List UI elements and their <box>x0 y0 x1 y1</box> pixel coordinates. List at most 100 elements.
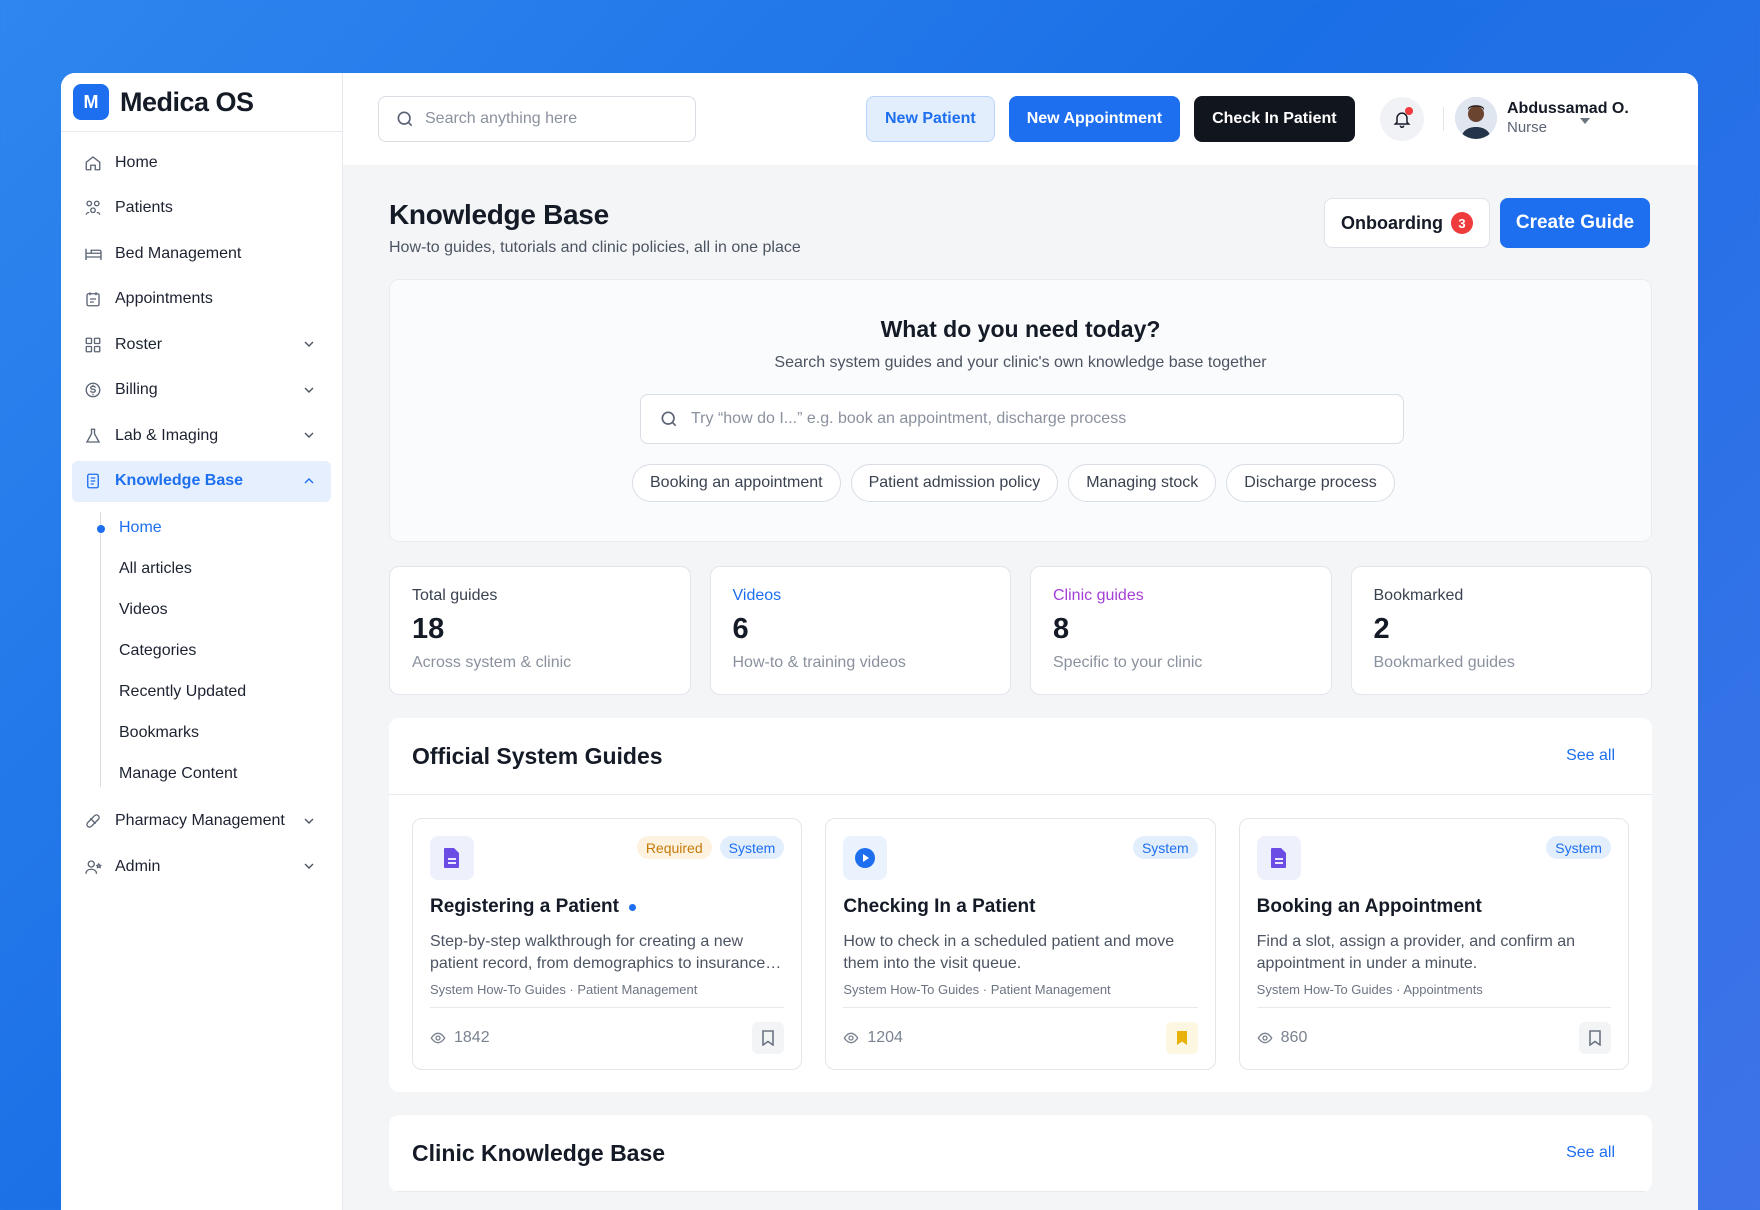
chevron-down-icon[interactable] <box>301 427 317 443</box>
search-hero: What do you need today? Search system gu… <box>389 279 1652 542</box>
card-meta: System How-To Guides · Appointments <box>1256 982 1611 1008</box>
new-appointment-button[interactable]: New Appointment <box>1008 96 1181 142</box>
search-placeholder: Search anything here <box>425 110 578 127</box>
suggestion-chip[interactable]: Managing stock <box>1068 464 1217 502</box>
card-title-text: Checking In a Patient <box>843 896 1036 917</box>
guide-card-checking-in-a-patient[interactable]: System Checking In a Patient How to chec… <box>825 818 1216 1070</box>
stat-value: 8 <box>1053 613 1070 645</box>
bookmark-button[interactable] <box>1165 1022 1198 1054</box>
search-icon <box>661 411 677 427</box>
notification-dot <box>1405 107 1413 115</box>
stat-card-bookmarked[interactable]: Bookmarked 2 Bookmarked guides <box>1350 566 1652 695</box>
stat-card-videos[interactable]: Videos 6 How-to & training videos <box>709 566 1011 695</box>
sidebar-item-label: Roster <box>115 335 163 353</box>
bookmark-button[interactable] <box>752 1022 785 1054</box>
subnav-item-manage-content[interactable]: Manage Content <box>94 754 331 795</box>
sidebar-item-home[interactable]: Home <box>72 142 331 183</box>
view-count: 1204 <box>843 1029 903 1047</box>
new-patient-button[interactable]: New Patient <box>866 96 995 142</box>
suggestion-chips: Booking an appointment Patient admission… <box>632 464 1405 502</box>
subnav-item-bookmarks[interactable]: Bookmarks <box>94 713 331 754</box>
view-count-value: 1842 <box>454 1029 490 1046</box>
sidebar-item-pharmacy-management[interactable]: Pharmacy Management <box>72 801 331 842</box>
stat-label: Clinic guides <box>1053 587 1144 604</box>
caret-down-icon[interactable] <box>1578 113 1592 131</box>
eye-icon <box>430 1032 446 1044</box>
check-in-patient-button[interactable]: Check In Patient <box>1194 96 1355 142</box>
avatar <box>1455 97 1497 139</box>
patients-icon <box>83 198 103 218</box>
subnav-label: Bookmarks <box>119 724 200 741</box>
see-all-link[interactable]: See all <box>1566 747 1615 765</box>
calendar-icon <box>83 289 103 309</box>
user-info: Abdussamad O. Nurse <box>1507 99 1629 136</box>
page-title: Knowledge Base <box>389 199 609 230</box>
subnav-item-videos[interactable]: Videos <box>94 590 331 631</box>
hero-title: What do you need today? <box>880 316 1161 342</box>
sidebar-item-lab-imaging[interactable]: Lab & Imaging <box>72 415 331 456</box>
search-input[interactable]: Search anything here <box>378 96 696 142</box>
top-actions: New Patient New Appointment Check In Pat… <box>866 96 1355 142</box>
suggestion-chip[interactable]: Booking an appointment <box>632 464 841 502</box>
sidebar-item-admin[interactable]: Admin <box>72 846 331 887</box>
stat-card-total-guides[interactable]: Total guides 18 Across system & clinic <box>389 566 691 695</box>
sidebar-item-knowledge-base[interactable]: Knowledge Base <box>72 460 331 502</box>
card-title-text: Booking an Appointment <box>1256 896 1482 917</box>
chevron-down-icon[interactable] <box>301 336 317 352</box>
sidebar-item-roster[interactable]: Roster <box>72 324 331 365</box>
knowledge-search-placeholder: Try “how do I...” e.g. book an appointme… <box>691 410 1127 427</box>
sidebar-item-bed-management[interactable]: Bed Management <box>72 233 331 274</box>
sidebar-item-appointments[interactable]: Appointments <box>72 279 331 320</box>
brand[interactable]: M Medica OS <box>61 73 342 132</box>
section-header: Official System Guides See all <box>389 718 1652 795</box>
sidebar-item-patients[interactable]: Patients <box>72 188 331 229</box>
required-tag: Required <box>636 836 712 859</box>
suggestion-chip[interactable]: Patient admission policy <box>850 464 1059 502</box>
stat-description: Bookmarked guides <box>1373 654 1515 671</box>
card-title: Booking an Appointment <box>1257 896 1611 918</box>
search-icon <box>397 111 413 127</box>
section-title: Clinic Knowledge Base <box>412 1139 666 1166</box>
system-tag: System <box>1132 836 1198 859</box>
sidebar-item-billing[interactable]: Billing <box>72 370 331 411</box>
active-dot <box>97 524 105 533</box>
bookmark-icon <box>762 1030 775 1046</box>
chevron-down-icon[interactable] <box>301 858 317 874</box>
chevron-up-icon[interactable] <box>301 473 317 489</box>
topbar: Search anything here New Patient New App… <box>343 73 1698 165</box>
sidebar-nav: Home Patients Bed Management Appointment… <box>61 132 342 887</box>
guide-card-registering-a-patient[interactable]: Required System Registering a Patient St… <box>412 818 803 1070</box>
flask-icon <box>83 426 103 446</box>
subnav-item-home[interactable]: Home <box>94 508 331 549</box>
knowledge-search-input[interactable]: Try “how do I...” e.g. book an appointme… <box>640 394 1404 444</box>
guide-cards: Required System Registering a Patient St… <box>389 795 1652 1092</box>
card-description: How to check in a scheduled patient and … <box>843 933 1175 972</box>
chevron-down-icon[interactable] <box>301 382 317 398</box>
brand-logo: M <box>73 84 109 120</box>
card-description: Step-by-step walkthrough for creating a … <box>430 933 782 972</box>
subnav-item-recently-updated[interactable]: Recently Updated <box>94 672 331 713</box>
guide-card-booking-an-appointment[interactable]: System Booking an Appointment Find a slo… <box>1238 818 1629 1070</box>
suggestion-chip[interactable]: Discharge process <box>1226 464 1395 502</box>
divider <box>1443 107 1444 131</box>
see-all-link[interactable]: See all <box>1566 1144 1615 1162</box>
page-header: Knowledge Base How-to guides, tutorials … <box>389 165 1652 279</box>
create-guide-button[interactable]: Create Guide <box>1500 198 1650 248</box>
knowledge-base-subnav: Home All articles Videos Categories Rece… <box>94 508 331 795</box>
chevron-down-icon[interactable] <box>301 813 317 829</box>
user-role: Nurse <box>1507 118 1548 136</box>
stat-card-clinic-guides[interactable]: Clinic guides 8 Specific to your clinic <box>1030 566 1332 695</box>
subnav-label: Categories <box>119 642 197 659</box>
main-area: Search anything here New Patient New App… <box>343 73 1698 1210</box>
card-description: Find a slot, assign a provider, and conf… <box>1256 933 1576 972</box>
onboarding-button[interactable]: Onboarding 3 <box>1324 198 1490 248</box>
subnav-item-all-articles[interactable]: All articles <box>94 549 331 590</box>
stat-value: 18 <box>412 613 445 645</box>
onboarding-label: Onboarding <box>1341 212 1443 233</box>
notifications-button[interactable] <box>1380 97 1424 141</box>
user-menu[interactable]: Abdussamad O. Nurse <box>1455 97 1629 139</box>
subnav-item-categories[interactable]: Categories <box>94 631 331 672</box>
bookmark-icon <box>1589 1030 1601 1046</box>
brand-name: Medica OS <box>120 86 254 117</box>
bookmark-button[interactable] <box>1578 1022 1611 1054</box>
